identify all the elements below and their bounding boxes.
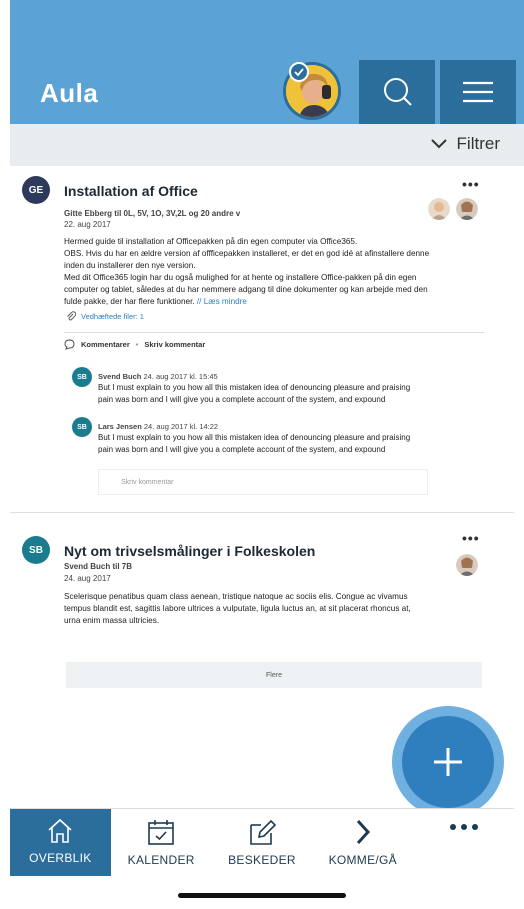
- post-body-line: Hermed guide til installation af Officep…: [64, 237, 358, 246]
- post-author-line[interactable]: Gitte Ebberg til 0L, 5V, 1O, 3V,2L og 20…: [64, 209, 240, 218]
- plus-icon: [434, 748, 462, 776]
- search-icon: [384, 78, 412, 106]
- calendar-icon: [148, 820, 174, 845]
- post-date: 24. aug 2017: [64, 574, 111, 583]
- hamburger-icon: [463, 81, 493, 103]
- nav-more[interactable]: [413, 809, 514, 876]
- comment-line: But I must explain to you how all this m…: [98, 433, 411, 442]
- comment-author[interactable]: Svend Buch: [98, 372, 141, 381]
- menu-button[interactable]: [440, 60, 516, 124]
- filter-button[interactable]: Filtrer: [430, 134, 500, 154]
- app-title: Aula: [40, 78, 99, 108]
- bottom-nav: OVERBLIK KALENDER BESKEDER KOMME/GÅ: [10, 808, 514, 876]
- post-body-line: inden du installerer den nye version.: [64, 261, 196, 270]
- comments-toggle[interactable]: Kommentarer: [81, 340, 130, 349]
- comment-line: But I must explain to you how all this m…: [98, 383, 411, 392]
- verified-icon: [289, 62, 309, 82]
- post-body-line: OBS. Hvis du har en ældre version af off…: [64, 249, 430, 258]
- nav-label: KOMME/GÅ: [328, 853, 397, 867]
- post-body-line: Med dit Office365 login har du også muli…: [64, 273, 417, 282]
- recipient-avatar-icon: [456, 198, 478, 220]
- nav-komme-gaa[interactable]: KOMME/GÅ: [312, 809, 413, 876]
- chevron-down-icon: [430, 139, 447, 149]
- comment-timestamp: 24. aug 2017 kl. 15:45: [143, 372, 218, 381]
- paperclip-icon: [67, 311, 76, 321]
- comment-body: But I must explain to you how all this m…: [98, 382, 508, 406]
- comment-icon: [64, 339, 75, 350]
- edit-icon: [250, 819, 277, 845]
- recipient-avatar-icon: [428, 198, 450, 220]
- post-title[interactable]: Installation af Office: [64, 183, 198, 199]
- comment-input[interactable]: Skriv kommentar: [98, 469, 428, 495]
- recipient-avatar-icon: [456, 554, 478, 576]
- nav-label: BESKEDER: [228, 853, 296, 867]
- post-body-line: Scelerisque penatibus quam class aenean,…: [64, 592, 408, 601]
- nav-label: KALENDER: [127, 853, 195, 867]
- comment-author-initials: SB: [72, 367, 92, 387]
- filter-label: Filtrer: [456, 134, 500, 153]
- post-date: 22. aug 2017: [64, 220, 111, 229]
- comment-header: Svend Buch 24. aug 2017 kl. 15:45: [98, 372, 218, 381]
- chevron-right-icon: [356, 819, 370, 845]
- author-initials-badge: SB: [22, 536, 50, 564]
- comment-line: pain was born and I will give you a comp…: [98, 445, 386, 454]
- comment-author[interactable]: Lars Jensen: [98, 422, 142, 431]
- more-icon: [449, 824, 478, 830]
- comment-timestamp: 24. aug 2017 kl. 14:22: [143, 422, 219, 431]
- post-divider: [10, 512, 514, 513]
- load-more-button[interactable]: Flere: [66, 662, 482, 688]
- author-initials-badge: GE: [22, 176, 50, 204]
- read-less-link[interactable]: // Læs mindre: [197, 297, 247, 306]
- comment-body: But I must explain to you how all this m…: [98, 432, 508, 456]
- nav-beskeder[interactable]: BESKEDER: [212, 809, 313, 876]
- post-body-line: urna enim massa ultricies.: [64, 616, 160, 625]
- post-body-line: tempus blandit est, sagittis labore ultr…: [64, 604, 411, 613]
- more-options-icon[interactable]: •••: [462, 530, 480, 546]
- attachment-link[interactable]: Vedhæftede filer: 1: [66, 311, 144, 321]
- post-body: Hermed guide til installation af Officep…: [64, 236, 504, 308]
- comment-header: Lars Jensen 24. aug 2017 kl. 14:22: [98, 422, 218, 431]
- attachment-label[interactable]: Vedhæftede filer: 1: [81, 312, 144, 321]
- comment-author-initials: SB: [72, 417, 92, 437]
- post-body: Scelerisque penatibus quam class aenean,…: [64, 591, 504, 627]
- post-author-line[interactable]: Svend Buch til 7B: [64, 562, 132, 571]
- nav-kalender[interactable]: KALENDER: [111, 809, 212, 876]
- create-post-button[interactable]: [392, 706, 504, 818]
- nav-overblik[interactable]: OVERBLIK: [10, 809, 111, 876]
- comment-line: pain was born and I will give you a comp…: [98, 395, 386, 404]
- home-indicator[interactable]: [178, 893, 346, 898]
- filter-bar: Filtrer: [10, 124, 524, 166]
- nav-label: OVERBLIK: [29, 851, 92, 865]
- more-options-icon[interactable]: •••: [462, 176, 480, 192]
- home-icon: [48, 818, 72, 843]
- post-body-line: computer og tablet, således at du har ne…: [64, 285, 428, 294]
- search-button[interactable]: [359, 60, 435, 124]
- write-comment-button[interactable]: Skriv kommentar: [144, 340, 205, 349]
- post-body-line: fulde pakke, der har flere funktioner.: [64, 297, 195, 306]
- post-title[interactable]: Nyt om trivselsmålinger i Folkeskolen: [64, 543, 315, 559]
- comment-actions: Kommentarer • Skriv kommentar: [64, 339, 205, 350]
- fab-core: [402, 716, 494, 808]
- divider: [64, 332, 484, 333]
